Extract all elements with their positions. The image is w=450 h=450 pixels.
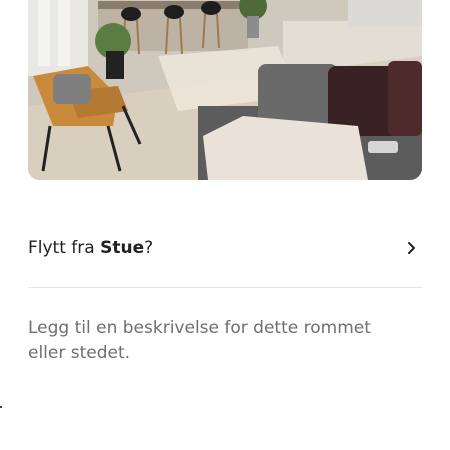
move-room-prefix: Flytt fra: [28, 238, 101, 258]
description-placeholder: Legg til en beskrivelse for dette rommet…: [28, 318, 371, 363]
room-photo[interactable]: [28, 0, 422, 180]
chevron-right-icon: [402, 238, 422, 258]
divider: [28, 287, 422, 288]
edge-mark: [0, 406, 2, 408]
description-field[interactable]: Legg til en beskrivelse for dette rommet…: [28, 316, 398, 366]
living-room-photo-image: [28, 0, 422, 180]
move-room-suffix: ?: [144, 238, 154, 258]
move-room-name: Stue: [100, 238, 145, 258]
move-room-row[interactable]: Flytt fra Stue?: [28, 226, 422, 270]
move-room-label: Flytt fra Stue?: [28, 238, 153, 258]
